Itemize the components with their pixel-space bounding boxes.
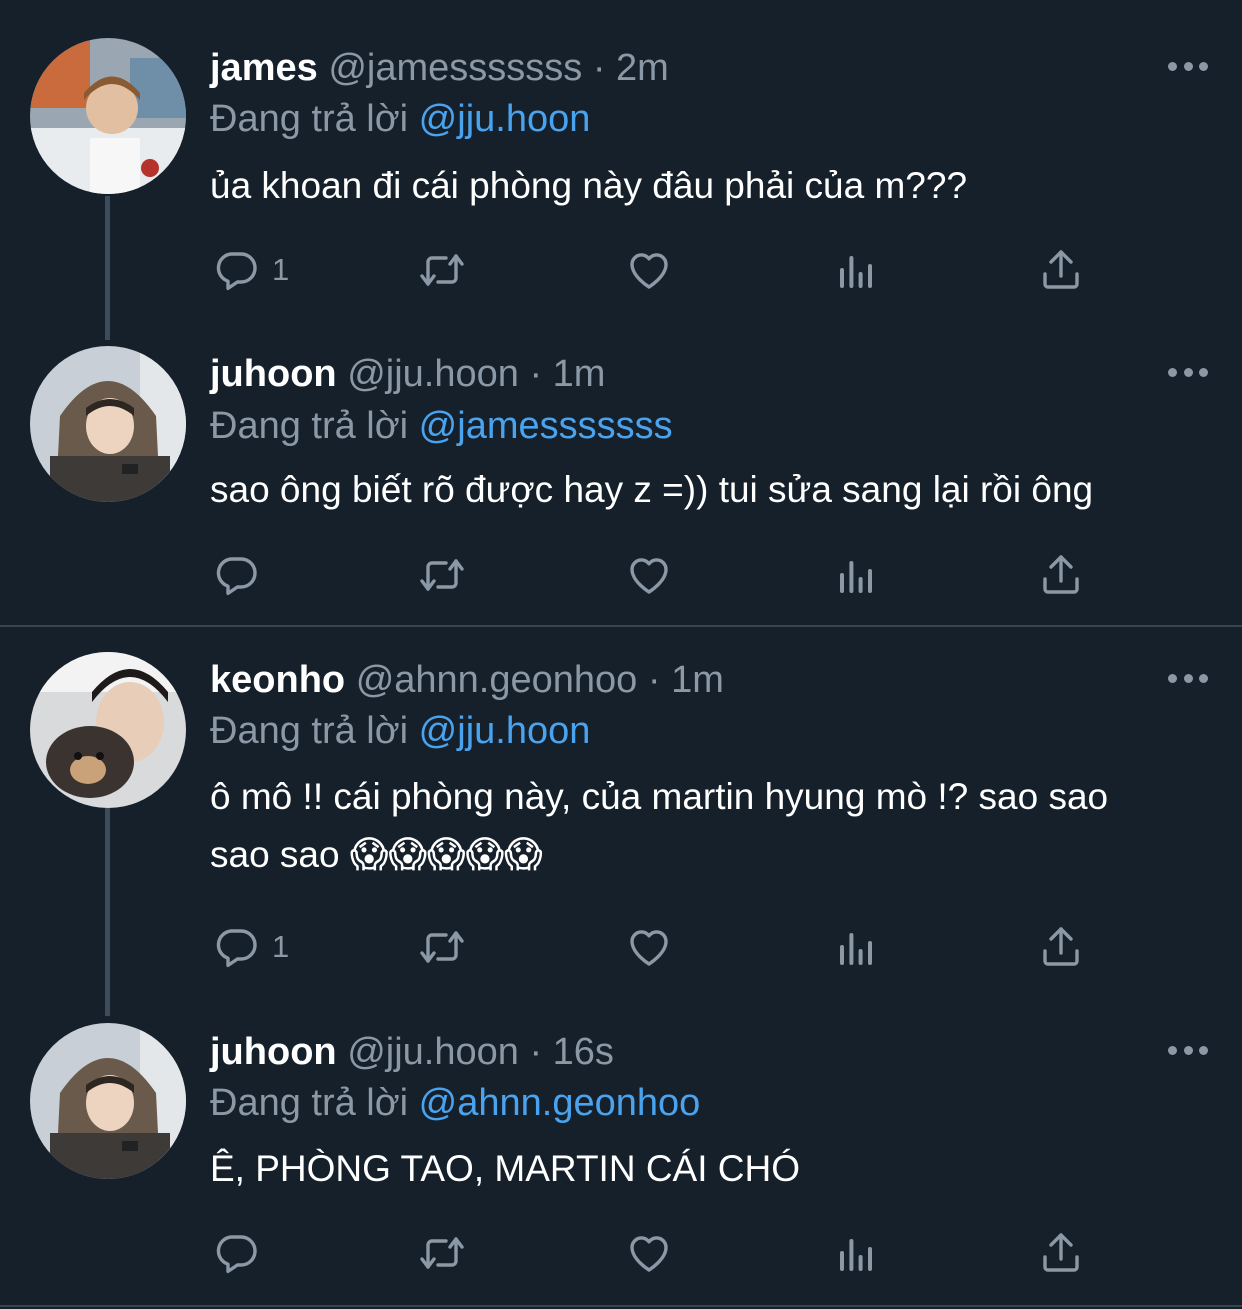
reply-button[interactable] [212, 547, 272, 603]
display-name[interactable]: juhoon [210, 353, 337, 395]
avatar[interactable] [30, 1023, 186, 1179]
separator-dot: · [529, 353, 543, 395]
reply-context: Đang trả lời @jju.hoon [210, 709, 590, 753]
timestamp[interactable]: 2m [616, 47, 669, 89]
avatar[interactable] [30, 652, 186, 808]
tweet-text: ủa khoan đi cái phòng này đâu phải của m… [210, 165, 968, 206]
avatar[interactable] [30, 346, 186, 502]
reply-prefix: Đang trả lời [210, 98, 409, 140]
timestamp[interactable]: 1m [553, 353, 606, 395]
heart-icon [625, 246, 673, 294]
tweet[interactable]: james @jamesssssss · 2m Đang trả lời @jj… [0, 0, 1242, 320]
reply-context: Đang trả lời @jju.hoon [210, 97, 590, 141]
views-button[interactable] [832, 1225, 880, 1281]
reply-button[interactable]: 1 [212, 242, 289, 298]
reply-context: Đang trả lời @jamesssssss [210, 404, 673, 448]
tweet[interactable]: juhoon @jju.hoon · 1m Đang trả lời @jame… [0, 320, 1242, 625]
views-icon [832, 551, 880, 599]
share-button[interactable] [1037, 242, 1085, 298]
avatar[interactable] [30, 38, 186, 194]
mention-link[interactable]: @jju.hoon [419, 710, 591, 752]
tweet-text: sao ông biết rõ được hay z =)) tui sửa s… [210, 469, 1094, 510]
retweet-button[interactable] [418, 547, 466, 603]
display-name[interactable]: juhoon [210, 1031, 337, 1073]
reply-icon [212, 923, 260, 971]
retweet-icon [418, 923, 466, 971]
user-handle[interactable]: @jju.hoon [347, 1031, 519, 1073]
separator-dot: · [529, 1031, 543, 1073]
share-icon [1037, 1229, 1085, 1277]
heart-icon [625, 923, 673, 971]
like-button[interactable] [625, 1225, 673, 1281]
tweet-actions: 1 [0, 242, 1242, 298]
views-button[interactable] [832, 547, 880, 603]
mention-link[interactable]: @ahnn.geonhoo [419, 1082, 701, 1124]
more-icon[interactable] [1168, 60, 1208, 72]
views-button[interactable] [832, 919, 880, 975]
share-icon [1037, 246, 1085, 294]
reply-icon [212, 246, 260, 294]
reply-count: 1 [272, 252, 290, 287]
heart-icon [625, 1229, 673, 1277]
share-button[interactable] [1037, 1225, 1085, 1281]
mention-link[interactable]: @jju.hoon [419, 98, 591, 140]
user-handle[interactable]: @jju.hoon [347, 353, 519, 395]
timestamp[interactable]: 1m [671, 659, 724, 701]
reply-prefix: Đang trả lời [210, 1082, 409, 1124]
reply-count: 1 [272, 929, 290, 964]
reply-context: Đang trả lời @ahnn.geonhoo [210, 1081, 700, 1125]
retweet-icon [418, 551, 466, 599]
retweet-button[interactable] [418, 1225, 466, 1281]
like-button[interactable] [625, 919, 673, 975]
retweet-icon [418, 246, 466, 294]
tweet-text: ô mô !! cái phòng này, của martin hyung … [210, 776, 1109, 875]
display-name[interactable]: keonho [210, 659, 345, 701]
user-handle[interactable]: @jamesssssss [328, 47, 582, 89]
views-icon [832, 246, 880, 294]
user-handle[interactable]: @ahnn.geonhoo [356, 659, 638, 701]
mention-link[interactable]: @jamesssssss [419, 405, 673, 447]
retweet-button[interactable] [418, 242, 466, 298]
tweet-header: keonho @ahnn.geonhoo · 1m [210, 658, 724, 702]
like-button[interactable] [625, 547, 673, 603]
tweet-actions [0, 547, 1242, 603]
tweet-header: james @jamesssssss · 2m [210, 46, 669, 90]
share-icon [1037, 551, 1085, 599]
more-icon[interactable] [1168, 366, 1208, 378]
tweet-header: juhoon @jju.hoon · 16s [210, 1030, 614, 1074]
share-icon [1037, 923, 1085, 971]
views-button[interactable] [832, 242, 880, 298]
tweet-actions: 1 [0, 919, 1242, 975]
separator-dot: · [647, 659, 661, 701]
more-icon[interactable] [1168, 1044, 1208, 1056]
separator-dot: · [592, 47, 606, 89]
tweet[interactable]: keonho @ahnn.geonhoo · 1m Đang trả lời @… [0, 627, 1242, 997]
display-name[interactable]: james [210, 47, 318, 89]
reply-icon [212, 551, 260, 599]
timestamp[interactable]: 16s [553, 1031, 614, 1073]
reply-icon [212, 1229, 260, 1277]
retweet-button[interactable] [418, 919, 466, 975]
reply-prefix: Đang trả lời [210, 405, 409, 447]
tweet[interactable]: juhoon @jju.hoon · 16s Đang trả lời @ahn… [0, 997, 1242, 1309]
share-button[interactable] [1037, 547, 1085, 603]
views-icon [832, 1229, 880, 1277]
tweet-actions [0, 1225, 1242, 1281]
divider [0, 1305, 1242, 1307]
tweet-text: Ê, PHÒNG TAO, MARTIN CÁI CHÓ [210, 1148, 801, 1189]
reply-button[interactable] [212, 1225, 272, 1281]
more-icon[interactable] [1168, 672, 1208, 684]
retweet-icon [418, 1229, 466, 1277]
reply-prefix: Đang trả lời [210, 710, 409, 752]
reply-button[interactable]: 1 [212, 919, 289, 975]
tweet-header: juhoon @jju.hoon · 1m [210, 352, 605, 396]
share-button[interactable] [1037, 919, 1085, 975]
heart-icon [625, 551, 673, 599]
views-icon [832, 923, 880, 971]
like-button[interactable] [625, 242, 673, 298]
